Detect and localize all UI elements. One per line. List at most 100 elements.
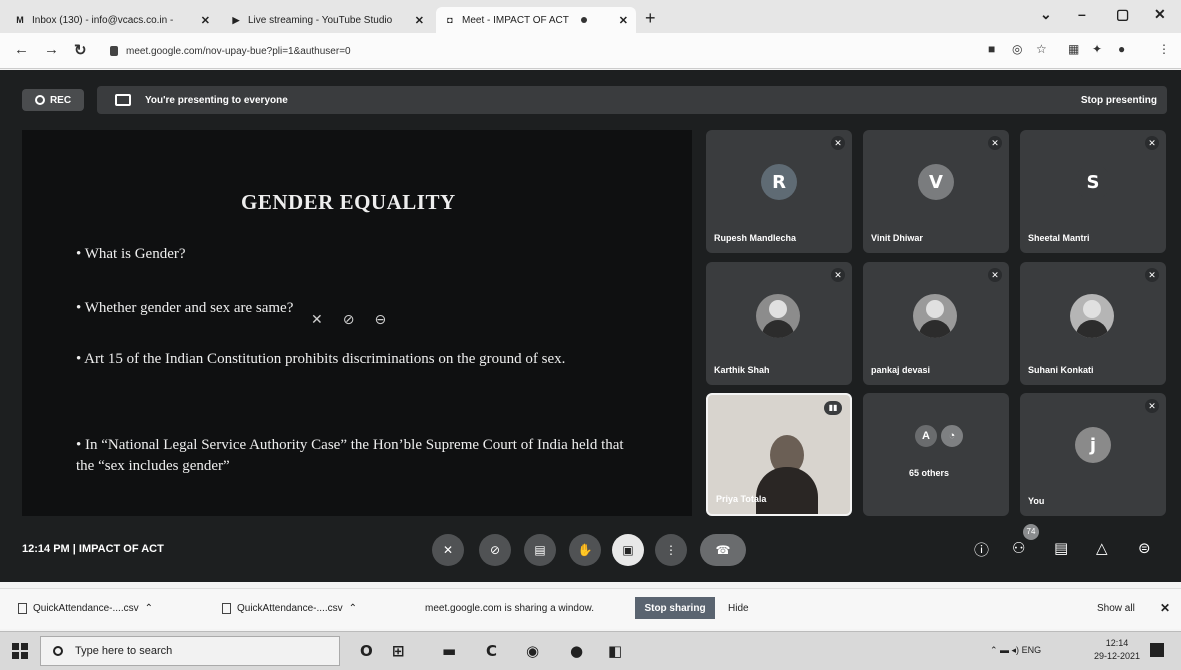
rec-label: REC bbox=[49, 94, 72, 106]
more-options-button[interactable]: ⋮ bbox=[655, 534, 687, 566]
search-icon bbox=[53, 646, 63, 656]
windows-taskbar: Type here to search O ⊞ ▬ C ◉ ● ◧ ⌃ ▬ ◂)… bbox=[0, 631, 1181, 670]
mic-off-icon: ✕ bbox=[831, 268, 845, 282]
menu-icon[interactable]: ⋮ bbox=[1158, 42, 1170, 56]
star-icon[interactable]: ☆ bbox=[1036, 42, 1047, 56]
hide-button[interactable]: Hide bbox=[728, 603, 749, 614]
system-tray[interactable]: ⌃ ▬ ◂) ENG bbox=[990, 645, 1041, 656]
avatar bbox=[1070, 294, 1114, 338]
info-icon[interactable]: ⓘ bbox=[974, 539, 989, 560]
stop-sharing-button[interactable]: Stop sharing bbox=[635, 597, 715, 619]
tab-meet[interactable]: ◘ Meet - IMPACT OF ACT ✕ bbox=[436, 7, 636, 33]
avatar: V bbox=[918, 164, 954, 200]
taskbar-clock[interactable]: 12:14 29-12-2021 bbox=[1094, 637, 1140, 663]
show-all-button[interactable]: Show all bbox=[1097, 603, 1135, 614]
slide-bullet: • What is Gender? bbox=[76, 246, 186, 262]
reload-icon[interactable]: ↻ bbox=[74, 41, 87, 59]
chevron-up-icon[interactable]: ⌃ bbox=[349, 603, 357, 614]
meet-icon: ◘ bbox=[447, 15, 453, 25]
cortana-icon[interactable]: O bbox=[360, 642, 373, 660]
chevron-up-icon[interactable]: ⌃ bbox=[145, 603, 153, 614]
participant-name: Karthik Shah bbox=[714, 365, 770, 375]
avatar: ◔ bbox=[939, 423, 965, 449]
close-icon[interactable]: ✕ bbox=[611, 14, 628, 27]
tab-youtube-studio[interactable]: ▶ Live streaming - YouTube Studio ✕ bbox=[222, 7, 432, 33]
participant-tile[interactable]: ✕ Karthik Shah bbox=[706, 262, 852, 385]
stop-presenting-button[interactable]: Stop presenting bbox=[1081, 95, 1157, 106]
edge-icon[interactable]: C bbox=[486, 642, 497, 660]
puzzle-icon[interactable]: ✦ bbox=[1092, 42, 1102, 56]
gmail-icon: M bbox=[16, 15, 24, 25]
chat-icon[interactable]: ▤ bbox=[1054, 539, 1068, 557]
speaking-indicator-icon: ▮▮ bbox=[824, 401, 842, 415]
mic-off-icon: ✕ bbox=[988, 268, 1002, 282]
back-arrow-icon[interactable]: ← bbox=[14, 41, 29, 58]
download-filename: QuickAttendance-....csv bbox=[33, 603, 139, 614]
forward-arrow-icon[interactable]: → bbox=[44, 41, 59, 58]
mic-off-button[interactable]: ✕ bbox=[432, 534, 464, 566]
incognito-icon[interactable]: ◎ bbox=[1012, 42, 1022, 56]
tab-label: Live streaming - YouTube Studio bbox=[248, 14, 393, 26]
browser-tab-strip: M Inbox (130) - info@vcacs.co.in - ✕ ▶ L… bbox=[0, 0, 1181, 33]
presenting-banner: You're presenting to everyone Stop prese… bbox=[97, 86, 1167, 114]
file-icon bbox=[18, 603, 27, 614]
meet-window: REC You're presenting to everyone Stop p… bbox=[0, 70, 1181, 582]
tab-gmail[interactable]: M Inbox (130) - info@vcacs.co.in - ✕ bbox=[6, 7, 218, 33]
notification-icon[interactable] bbox=[1150, 643, 1164, 657]
recording-indicator-icon bbox=[580, 17, 587, 23]
slide-title: GENDER EQUALITY bbox=[241, 190, 456, 214]
raise-hand-button[interactable]: ✋ bbox=[569, 534, 601, 566]
captions-button[interactable]: ▤ bbox=[524, 534, 556, 566]
rec-button[interactable]: REC bbox=[22, 89, 84, 111]
pin-icon[interactable]: ✕ bbox=[311, 312, 323, 328]
extension-icon[interactable]: ▦ bbox=[1068, 42, 1079, 56]
address-bar[interactable]: meet.google.com/nov-upay-bue?pli=1&authu… bbox=[110, 39, 970, 63]
mute-icon[interactable]: ⊘ bbox=[343, 312, 355, 328]
new-tab-button[interactable]: + bbox=[645, 8, 656, 29]
host-controls-icon[interactable]: ⊜ bbox=[1138, 539, 1151, 557]
close-window-button[interactable]: ✕ bbox=[1154, 6, 1166, 23]
leave-call-button[interactable]: ☎ bbox=[700, 534, 746, 566]
app-icon[interactable]: ▬ bbox=[442, 642, 456, 660]
remove-icon[interactable]: ⊖ bbox=[374, 312, 386, 328]
youtube-icon: ▶ bbox=[232, 15, 240, 25]
activities-icon[interactable]: △ bbox=[1096, 539, 1108, 557]
presentation-slide: GENDER EQUALITY • What is Gender? • Whet… bbox=[22, 130, 692, 516]
participant-tile[interactable]: ✕ Suhani Konkati bbox=[1020, 262, 1166, 385]
others-tile[interactable]: A ◔ 65 others bbox=[863, 393, 1009, 516]
mic-off-icon: ✕ bbox=[1145, 136, 1159, 150]
taskbar-search[interactable]: Type here to search bbox=[40, 636, 340, 666]
profile-avatar[interactable]: ● bbox=[1118, 42, 1125, 56]
participant-name: You bbox=[1028, 496, 1045, 506]
present-button[interactable]: ▣ bbox=[612, 534, 644, 566]
app-icon[interactable]: ● bbox=[570, 642, 583, 660]
close-icon[interactable]: ✕ bbox=[407, 14, 424, 27]
separator: | bbox=[72, 543, 76, 555]
tab-search-icon[interactable]: ⌄ bbox=[1040, 6, 1052, 23]
browser-toolbar: ← → ↻ meet.google.com/nov-upay-bue?pli=1… bbox=[0, 33, 1181, 69]
avatar: j bbox=[1075, 427, 1111, 463]
close-icon[interactable]: ✕ bbox=[1160, 601, 1170, 615]
participant-tile[interactable]: ✕ R Rupesh Mandlecha bbox=[706, 130, 852, 253]
close-icon[interactable]: ✕ bbox=[193, 14, 210, 27]
maximize-button[interactable]: ▢ bbox=[1116, 6, 1129, 23]
task-view-icon[interactable]: ⊞ bbox=[392, 642, 405, 660]
language-indicator: ENG bbox=[1021, 645, 1042, 655]
windows-start-icon[interactable] bbox=[12, 643, 28, 659]
app-icon[interactable]: ◧ bbox=[608, 642, 622, 660]
download-item[interactable]: QuickAttendance-....csv ⌃ bbox=[222, 603, 357, 614]
participant-tile[interactable]: ✕ S Sheetal Mantri bbox=[1020, 130, 1166, 253]
download-item[interactable]: QuickAttendance-....csv ⌃ bbox=[18, 603, 153, 614]
participant-tile[interactable]: ✕ V Vinit Dhiwar bbox=[863, 130, 1009, 253]
people-icon[interactable]: ⚇ bbox=[1012, 539, 1025, 557]
participant-video-tile[interactable]: ▮▮ Priya Totala bbox=[706, 393, 852, 516]
self-tile[interactable]: ✕ j You bbox=[1020, 393, 1166, 516]
chrome-icon[interactable]: ◉ bbox=[526, 642, 539, 660]
minimize-button[interactable]: – bbox=[1078, 6, 1086, 22]
camera-icon[interactable]: ■ bbox=[988, 42, 995, 56]
presenting-text: You're presenting to everyone bbox=[145, 94, 288, 106]
camera-off-button[interactable]: ⊘ bbox=[479, 534, 511, 566]
lock-icon bbox=[110, 46, 118, 56]
participant-tile[interactable]: ✕ pankaj devasi bbox=[863, 262, 1009, 385]
mic-off-icon: ✕ bbox=[988, 136, 1002, 150]
